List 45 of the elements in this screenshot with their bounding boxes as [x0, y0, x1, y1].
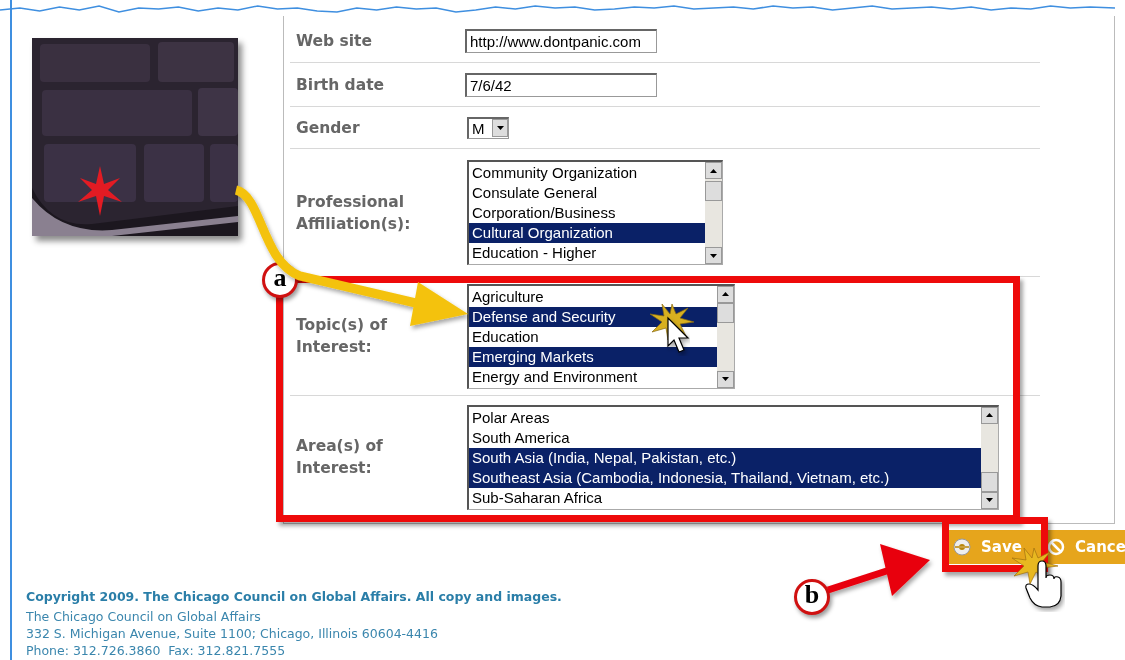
- list-option[interactable]: Energy and Environment: [469, 366, 717, 387]
- caret-icon: [710, 253, 717, 258]
- caret-icon: [986, 413, 993, 417]
- address-line: Phone: 312.726.3860 Fax: 312.821.7555: [26, 642, 287, 659]
- list-option[interactable]: Polar Areas: [469, 407, 981, 428]
- field-label: Gender: [295, 117, 361, 139]
- caret-icon: [986, 498, 993, 502]
- list-option[interactable]: Agriculture: [469, 286, 717, 307]
- field-label: Area(s) of Interest:: [295, 436, 384, 479]
- field-label: Professional Affiliation(s):: [295, 191, 412, 235]
- list-option[interactable]: Emerging Markets: [469, 346, 717, 367]
- scrollbar[interactable]: [717, 285, 734, 388]
- list-option[interactable]: Consulate General: [469, 183, 705, 203]
- cursor-icon: [667, 316, 690, 353]
- list-option[interactable]: Corporation/Business: [469, 203, 705, 223]
- input-field[interactable]: 7/6/42: [465, 72, 657, 97]
- field-label: Topic(s) of Interest:: [295, 315, 388, 358]
- dropdown[interactable]: M: [467, 116, 509, 139]
- caret-icon: [722, 292, 729, 296]
- list-option[interactable]: Sub-Saharan Africa: [469, 487, 981, 508]
- list-option[interactable]: South America: [469, 427, 981, 448]
- caret-icon: [722, 377, 729, 381]
- address-line: The Chicago Council on Global Affairs: [26, 608, 262, 625]
- field-label: Birth date: [295, 74, 386, 96]
- hand-cursor-icon: [1025, 560, 1062, 608]
- list-option[interactable]: Community Organization: [469, 163, 705, 183]
- prohibited-icon: [1047, 538, 1065, 556]
- list-option[interactable]: Education - Higher: [469, 243, 705, 263]
- scrollbar[interactable]: [705, 162, 722, 264]
- list-option[interactable]: Cultural Organization: [469, 223, 705, 243]
- copyright-text: Copyright 2009. The Chicago Council on Global Affairs. All copy and images.: [26, 589, 562, 604]
- callout-label: b: [794, 579, 830, 615]
- field-label: Web site: [295, 30, 373, 52]
- list-option[interactable]: Southeast Asia (Cambodia, Indonesia, Thailand, Vietnam, etc.): [469, 467, 981, 488]
- list-option[interactable]: Education: [469, 326, 717, 347]
- input-field[interactable]: http://www.dontpanic.com: [465, 28, 657, 53]
- scrollbar[interactable]: [981, 406, 998, 509]
- list-option[interactable]: South Asia (India, Nepal, Pakistan, etc.): [469, 447, 981, 468]
- caret-icon: [710, 168, 717, 173]
- address-line: 332 S. Michigan Avenue, Suite 1100; Chicago, Illinois 60604-4416: [26, 625, 439, 642]
- caret-icon: [496, 126, 504, 130]
- disc-icon: [953, 538, 971, 556]
- scrollbar-thumb[interactable]: [981, 471, 998, 492]
- scrollbar-thumb[interactable]: [705, 181, 722, 201]
- list-option[interactable]: Defense and Security: [469, 306, 717, 327]
